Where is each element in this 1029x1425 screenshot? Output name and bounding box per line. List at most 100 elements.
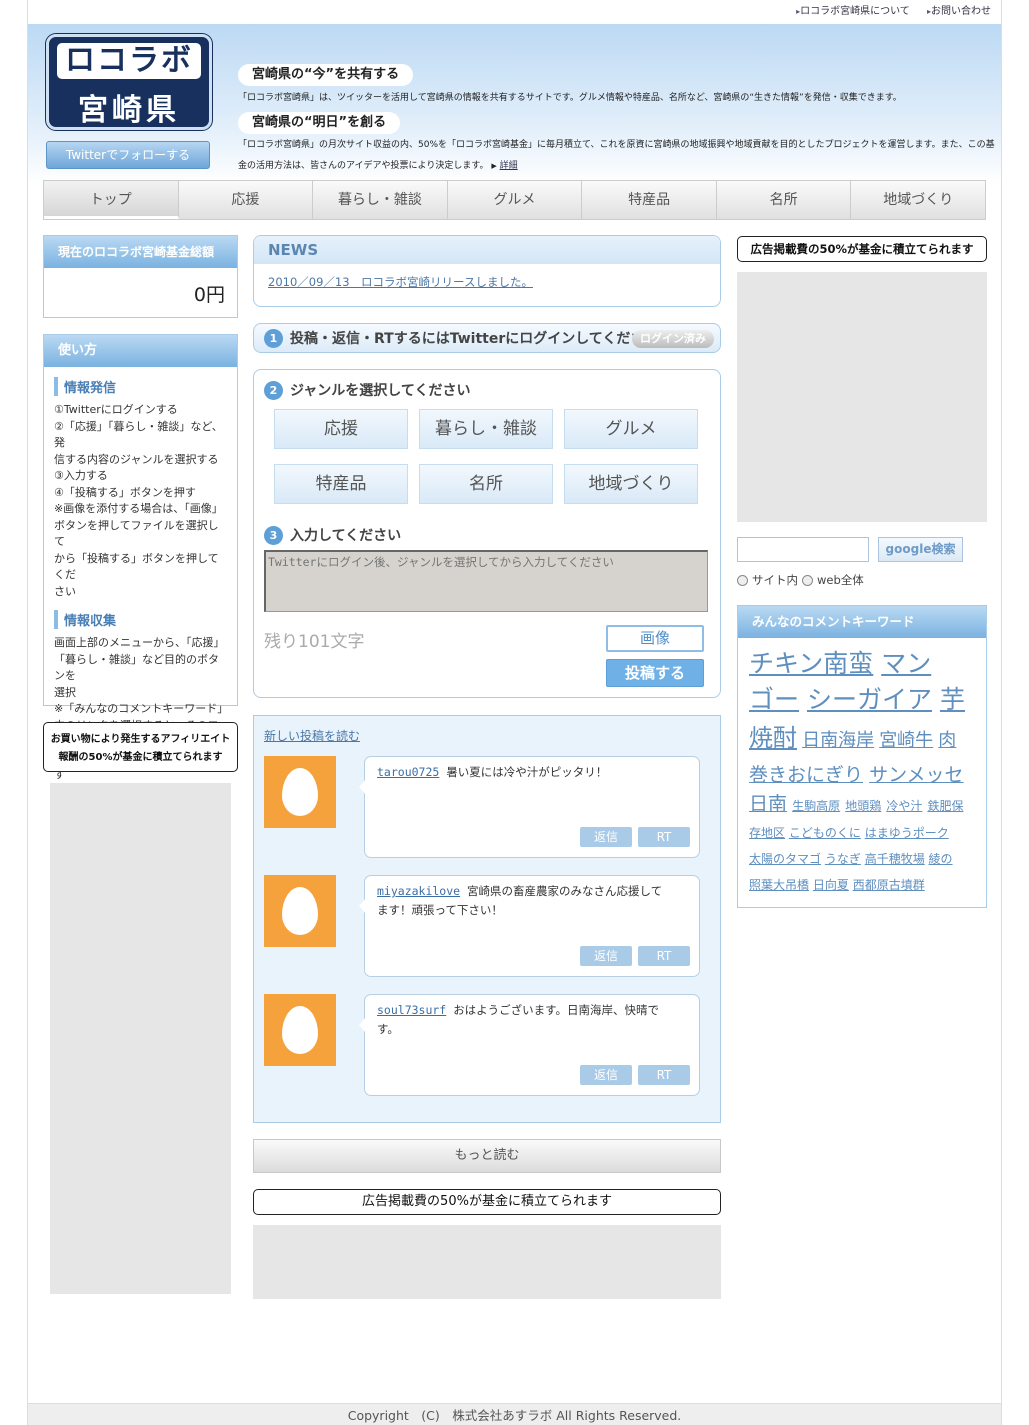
timeline: 新しい投稿を読む tarou0725 暑い夏には冷や汁がピッタリ！ 返信 RT … [253, 715, 721, 1123]
ad-note-right: 広告掲載費の50%が基金に積立てられます [737, 236, 987, 262]
keyword-link[interactable]: 焼酎 [749, 724, 797, 752]
tweet-bubble: miyazakilove 宮崎県の畜産農家のみなさん応援して ます！頑張って下さ… [359, 875, 700, 977]
logo-line1: ロコラボ [57, 43, 201, 79]
send-instruction-line: ボタンを押してファイルを選択して [54, 518, 219, 549]
step3-text: 入力してください [290, 528, 402, 544]
tagline-tomorrow: 宮崎県の“明日”を創る [238, 112, 401, 134]
main-nav: トップ 応援 暮らし・雑談 グルメ 特産品 名所 地域づくり [43, 180, 986, 220]
detail-link[interactable]: 詳細 [500, 161, 518, 171]
genre-specialty[interactable]: 特産品 [274, 464, 408, 504]
genre-sights[interactable]: 名所 [419, 464, 553, 504]
keyword-link[interactable]: 生駒高原 [792, 799, 840, 813]
keyword-link[interactable]: こどものくに [789, 826, 861, 840]
keyword-link[interactable]: 肉 [938, 730, 956, 751]
read-more-button[interactable]: もっと読む [253, 1139, 721, 1173]
nav-life[interactable]: 暮らし・雑談 [313, 181, 448, 219]
logged-in-badge: ログイン済み [632, 330, 714, 348]
collect-title: 情報収集 [54, 610, 237, 629]
keyword-link[interactable]: 地頭鶏 [845, 799, 881, 813]
keyword-link[interactable]: 冷や汁 [886, 799, 922, 813]
keyword-link[interactable]: マン [881, 649, 931, 678]
keyword-link[interactable]: 日向夏 [813, 878, 849, 892]
affiliate-note: お買い物により発生するアフィリエイト 報酬の50%が基金に積立てられます [43, 722, 238, 772]
send-instructions: ①Twitterにログインする ②「応援」「暮らし・雑談」など、発 信する内容のジャ… [44, 402, 237, 600]
keyword-link[interactable]: 芋 [940, 685, 965, 714]
keyword-link[interactable]: 高千穂牧場 [865, 852, 925, 866]
tagline-now: 宮崎県の“今”を共有する [238, 64, 414, 86]
image-button[interactable]: 画像 [606, 625, 704, 652]
twitter-follow-button[interactable]: Twitterでフォローする [46, 141, 210, 169]
keyword-link[interactable]: 照葉大吊橋 [749, 878, 809, 892]
genre-community[interactable]: 地域づくり [564, 464, 698, 504]
send-title: 情報発信 [54, 377, 237, 396]
genre-gourmet[interactable]: グルメ [564, 409, 698, 449]
news-title: NEWS [254, 236, 720, 264]
avatar[interactable] [264, 875, 336, 947]
header: ロコラボ 宮崎県 Twitterでフォローする 宮崎県の“今”を共有する 「ロコ… [28, 24, 1001, 184]
nav-specialty[interactable]: 特産品 [582, 181, 717, 219]
tweet-text: 宮崎県の畜産農家のみなさん応援して [467, 884, 663, 898]
new-posts-link[interactable]: 新しい投稿を読む [264, 727, 360, 744]
avatar[interactable] [264, 756, 336, 828]
keyword-link[interactable]: 巻きおにぎり [749, 764, 863, 786]
nav-sights[interactable]: 名所 [717, 181, 852, 219]
send-instruction-line: ③入力する [54, 469, 108, 482]
radio-web[interactable] [802, 574, 813, 586]
step2-text: ジャンルを選択してください [290, 383, 471, 399]
keyword-link[interactable]: チキン南蛮 [749, 649, 873, 678]
affiliate-note-line2: 報酬の50%が基金に積立てられます [58, 752, 223, 763]
tweet-user[interactable]: tarou0725 [377, 765, 439, 779]
collect-instruction-line: 選択 [54, 685, 76, 699]
send-instruction-line: から「投稿する」ボタンを押してくだ [54, 551, 219, 582]
keyword-link[interactable]: 宮崎牛 [879, 730, 933, 751]
site-logo[interactable]: ロコラボ 宮崎県 [46, 34, 212, 130]
genre-support[interactable]: 応援 [274, 409, 408, 449]
keyword-link[interactable]: サンメッセ [869, 764, 963, 786]
google-search-button[interactable]: google検索 [878, 537, 963, 562]
nav-community[interactable]: 地域づくり [851, 181, 985, 219]
keyword-link[interactable]: 太陽のタマゴ [749, 852, 821, 866]
keyword-link[interactable]: ゴー [749, 685, 799, 714]
keyword-link[interactable]: 日南 [749, 793, 787, 815]
keyword-link[interactable]: 鉄肥保 [927, 799, 963, 813]
retweet-button[interactable]: RT [638, 946, 690, 966]
ad-area-center[interactable] [253, 1225, 721, 1299]
radio-web-label: web全体 [817, 573, 864, 587]
header-text-2a: 「ロコラボ宮崎県」の月次サイト収益の内、50%を「ロコラボ宮崎基金」に毎月積立て… [238, 140, 995, 150]
keyword-link[interactable]: 存地区 [749, 826, 785, 840]
tweet-user[interactable]: miyazakilove [377, 884, 460, 898]
step1-number: 1 [264, 328, 283, 348]
nav-gourmet[interactable]: グルメ [448, 181, 583, 219]
about-link[interactable]: ロコラボ宮崎県について [796, 6, 910, 17]
news-item[interactable]: 2010／09／13 ロコラボ宮崎リリースしました。 [268, 274, 720, 290]
tweet-bubble: tarou0725 暑い夏には冷や汁がピッタリ！ 返信 RT [359, 756, 700, 858]
nav-top[interactable]: トップ [44, 181, 179, 219]
radio-site[interactable] [737, 574, 748, 586]
keyword-link[interactable]: 日南海岸 [802, 730, 874, 751]
header-text-1: 「ロコラボ宮崎県」は、ツイッターを活用して宮崎県の情報を共有するサイトです。グル… [238, 93, 902, 103]
post-textarea[interactable] [264, 550, 708, 612]
affiliate-ad-area[interactable] [50, 783, 231, 1294]
contact-link[interactable]: お問い合わせ [927, 6, 991, 17]
retweet-button[interactable]: RT [638, 1065, 690, 1085]
reply-button[interactable]: 返信 [580, 827, 632, 847]
keyword-link[interactable]: 綾の [929, 852, 953, 866]
send-instruction-line: 信する内容のジャンルを選択する [54, 452, 219, 466]
nav-support[interactable]: 応援 [179, 181, 314, 219]
send-instruction-line: さい [54, 584, 76, 598]
keyword-link[interactable]: シーガイア [807, 685, 932, 714]
search-input[interactable] [737, 537, 869, 562]
keyword-link[interactable]: 西都原古墳群 [853, 878, 925, 892]
genre-life[interactable]: 暮らし・雑談 [419, 409, 553, 449]
reply-button[interactable]: 返信 [580, 1065, 632, 1085]
post-button[interactable]: 投稿する [606, 659, 704, 687]
avatar[interactable] [264, 994, 336, 1066]
ad-area-right[interactable] [737, 272, 987, 522]
tweet-user[interactable]: soul73surf [377, 1003, 446, 1017]
reply-button[interactable]: 返信 [580, 946, 632, 966]
collect-instruction-line: 「暮らし・雑談」など目的のボタンを [54, 652, 219, 683]
retweet-button[interactable]: RT [638, 827, 690, 847]
howto-box: 使い方 情報発信 ①Twitterにログインする ②「応援」「暮らし・雑談」など、… [43, 334, 238, 781]
keyword-link[interactable]: うなぎ [825, 852, 861, 866]
keyword-link[interactable]: はまゆうポーク [865, 826, 949, 840]
